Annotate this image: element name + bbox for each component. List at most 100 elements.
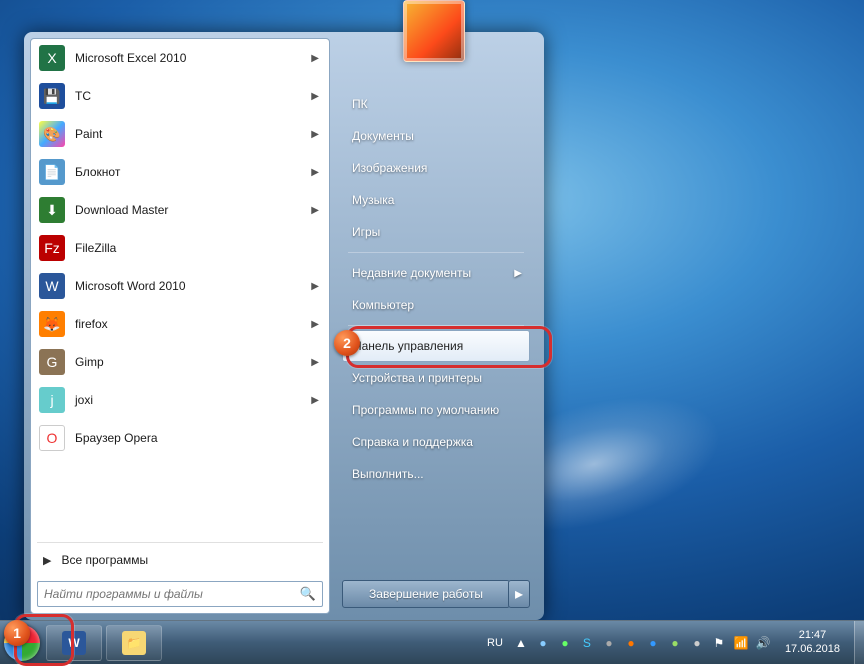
submenu-arrow-icon: ▶: [311, 129, 319, 140]
start-menu-right-item[interactable]: Программы по умолчанию: [342, 394, 530, 426]
app-icon: ⬇: [39, 197, 65, 223]
right-item-label: Устройства и принтеры: [352, 371, 482, 385]
start-menu-right-item[interactable]: Музыка: [342, 184, 530, 216]
submenu-arrow-icon: ▶: [311, 319, 319, 330]
taskbar-app-word[interactable]: W: [46, 625, 102, 661]
program-label: TC: [75, 89, 91, 103]
program-item[interactable]: X Microsoft Excel 2010 ▶: [31, 39, 329, 77]
tray-icon[interactable]: ●: [601, 635, 617, 651]
right-item-label: Изображения: [352, 161, 427, 175]
right-item-label: Музыка: [352, 193, 394, 207]
clock-date: 17.06.2018: [785, 643, 840, 656]
separator: [348, 325, 524, 326]
app-icon: 🦊: [39, 311, 65, 337]
start-menu-right-item[interactable]: Изображения: [342, 152, 530, 184]
tray-network-icon[interactable]: 📶: [733, 635, 749, 651]
annotation-badge-1: 1: [4, 620, 30, 646]
program-label: Download Master: [75, 203, 168, 217]
tray-icon[interactable]: ●: [535, 635, 551, 651]
program-label: Microsoft Excel 2010: [75, 51, 186, 65]
triangle-right-icon: ▶: [43, 554, 51, 567]
app-icon: j: [39, 387, 65, 413]
app-icon: 📄: [39, 159, 65, 185]
right-item-label: Игры: [352, 225, 380, 239]
annotation-badge-2: 2: [334, 330, 360, 356]
submenu-arrow-icon: ▶: [311, 395, 319, 406]
all-programs-button[interactable]: ▶ Все программы: [31, 545, 329, 575]
right-item-label: Компьютер: [352, 298, 414, 312]
right-item-label: Выполнить...: [352, 467, 424, 481]
search-icon[interactable]: 🔍: [300, 586, 316, 602]
start-menu-right-item[interactable]: Справка и поддержка: [342, 426, 530, 458]
program-label: Gimp: [75, 355, 104, 369]
taskbar-app-explorer[interactable]: 📁: [106, 625, 162, 661]
separator: [348, 252, 524, 253]
right-item-label: Документы: [352, 129, 414, 143]
tray-icon[interactable]: ●: [689, 635, 705, 651]
show-desktop-button[interactable]: [854, 621, 864, 665]
program-item[interactable]: G Gimp ▶: [31, 343, 329, 381]
start-menu: X Microsoft Excel 2010 ▶💾 TC ▶🎨 Paint ▶📄…: [24, 32, 544, 620]
program-item[interactable]: 🎨 Paint ▶: [31, 115, 329, 153]
shutdown-button[interactable]: Завершение работы: [342, 580, 510, 608]
taskbar: W 📁 RU ▲ ● ● S ● ● ● ● ● ⚑ 📶 🔊 21:47 17.…: [0, 620, 864, 664]
program-item[interactable]: 🦊 firefox ▶: [31, 305, 329, 343]
tray-icon[interactable]: ●: [557, 635, 573, 651]
start-menu-right-item[interactable]: Устройства и принтеры: [342, 362, 530, 394]
program-item[interactable]: 💾 TC ▶: [31, 77, 329, 115]
program-list: X Microsoft Excel 2010 ▶💾 TC ▶🎨 Paint ▶📄…: [31, 39, 329, 540]
program-item[interactable]: Fz FileZilla: [31, 229, 329, 267]
start-menu-right-item[interactable]: Документы: [342, 120, 530, 152]
start-menu-right-item[interactable]: Компьютер: [342, 289, 530, 321]
tray-flag-icon[interactable]: ⚑: [711, 635, 727, 651]
shutdown-label: Завершение работы: [369, 587, 483, 601]
tray-show-hidden-icon[interactable]: ▲: [513, 635, 529, 651]
start-menu-right-item[interactable]: Недавние документы▶: [342, 257, 530, 289]
program-item[interactable]: j joxi ▶: [31, 381, 329, 419]
program-label: firefox: [75, 317, 108, 331]
start-menu-right-item[interactable]: Панель управления: [342, 330, 530, 362]
taskbar-clock[interactable]: 21:47 17.06.2018: [777, 629, 848, 655]
start-menu-right-panel: ПК Документы Изображения Музыка Игры Недавние…: [330, 38, 538, 614]
tray-icon[interactable]: ●: [667, 635, 683, 651]
search-input[interactable]: [44, 587, 300, 601]
submenu-arrow-icon: ▶: [311, 357, 319, 368]
submenu-arrow-icon: ▶: [514, 268, 522, 279]
right-item-label: Программы по умолчанию: [352, 403, 499, 417]
submenu-arrow-icon: ▶: [311, 281, 319, 292]
program-label: Microsoft Word 2010: [75, 279, 186, 293]
app-icon: G: [39, 349, 65, 375]
user-picture[interactable]: [403, 0, 465, 62]
submenu-arrow-icon: ▶: [311, 205, 319, 216]
program-label: joxi: [75, 393, 93, 407]
right-item-label: Справка и поддержка: [352, 435, 473, 449]
tray-icon[interactable]: ●: [623, 635, 639, 651]
tray-volume-icon[interactable]: 🔊: [755, 635, 771, 651]
search-box[interactable]: 🔍: [37, 581, 323, 607]
submenu-arrow-icon: ▶: [311, 167, 319, 178]
program-item[interactable]: O Браузер Opera: [31, 419, 329, 457]
right-item-label: Панель управления: [353, 339, 463, 353]
start-menu-right-item[interactable]: Выполнить...: [342, 458, 530, 490]
start-menu-left-panel: X Microsoft Excel 2010 ▶💾 TC ▶🎨 Paint ▶📄…: [30, 38, 330, 614]
shutdown-options-button[interactable]: ▸: [508, 580, 530, 608]
program-item[interactable]: W Microsoft Word 2010 ▶: [31, 267, 329, 305]
tray-icon[interactable]: ●: [645, 635, 661, 651]
tray-skype-icon[interactable]: S: [579, 635, 595, 651]
program-label: Браузер Opera: [75, 431, 158, 445]
start-menu-right-item[interactable]: ПК: [342, 88, 530, 120]
right-item-label: ПК: [352, 97, 368, 111]
program-item[interactable]: 📄 Блокнот ▶: [31, 153, 329, 191]
all-programs-label: Все программы: [61, 553, 148, 567]
app-icon: 💾: [39, 83, 65, 109]
program-item[interactable]: ⬇ Download Master ▶: [31, 191, 329, 229]
program-label: FileZilla: [75, 241, 116, 255]
submenu-arrow-icon: ▶: [311, 91, 319, 102]
start-menu-right-item[interactable]: Игры: [342, 216, 530, 248]
app-icon: Fz: [39, 235, 65, 261]
clock-time: 21:47: [785, 629, 840, 642]
language-indicator[interactable]: RU: [483, 635, 507, 651]
program-label: Paint: [75, 127, 102, 141]
system-tray: RU ▲ ● ● S ● ● ● ● ● ⚑ 📶 🔊 21:47 17.06.2…: [483, 621, 854, 664]
app-icon: W: [39, 273, 65, 299]
